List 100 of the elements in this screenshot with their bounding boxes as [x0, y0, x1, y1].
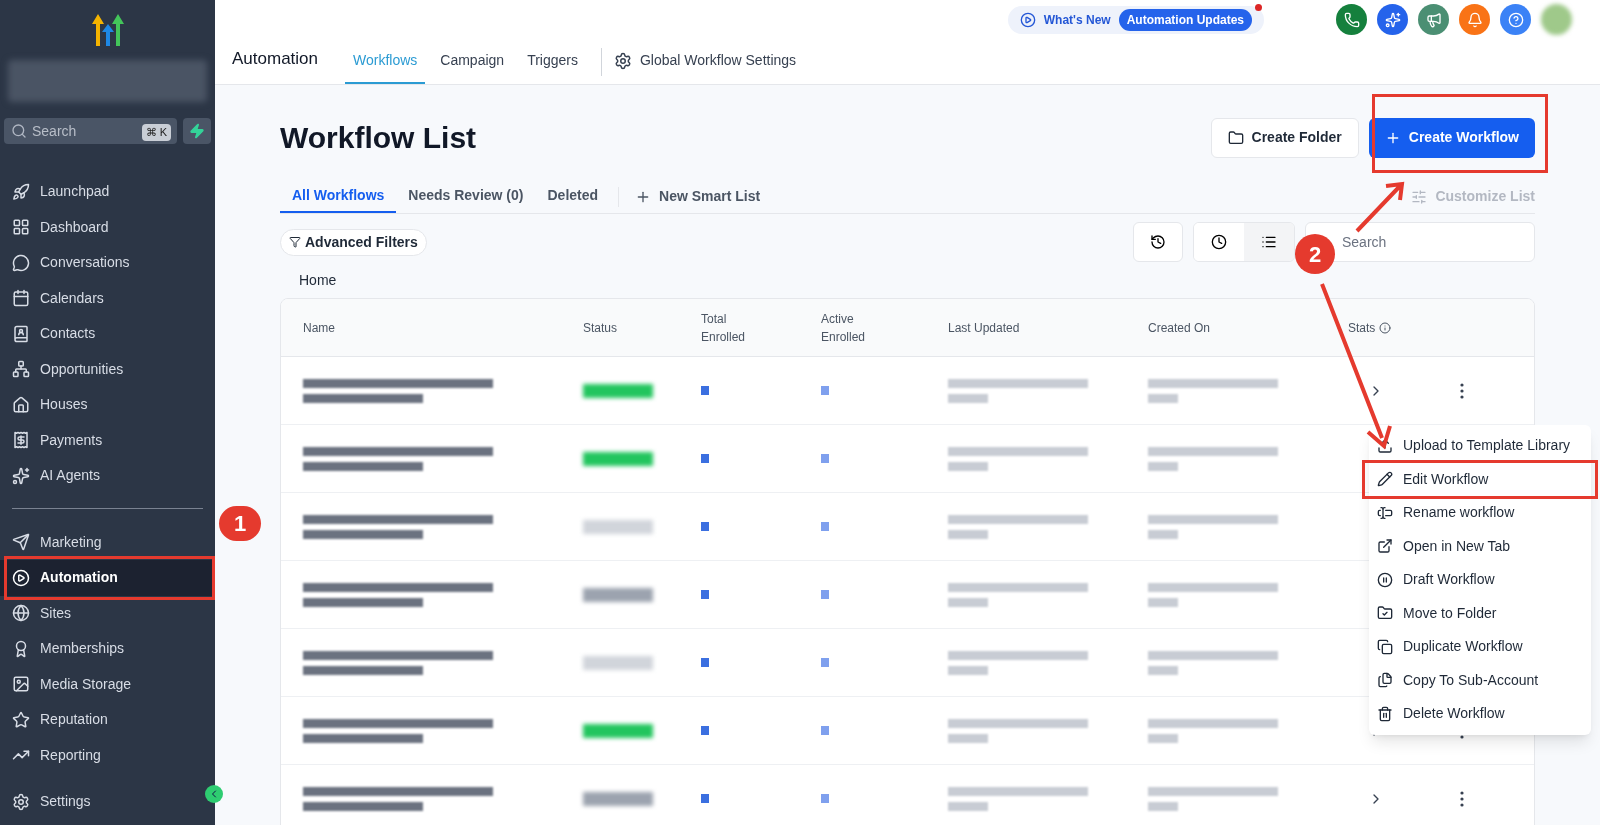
- list-view-button[interactable]: [1244, 223, 1294, 261]
- whats-new-pill[interactable]: What's New Automation Updates: [1007, 5, 1264, 34]
- column-header: Total Enrolled: [701, 310, 747, 346]
- redacted-value: [701, 794, 709, 803]
- redacted-text: [948, 665, 988, 675]
- menu-item[interactable]: Copy To Sub-Account: [1369, 663, 1591, 697]
- nav-item[interactable]: Settings: [0, 784, 103, 819]
- play-icon: [12, 568, 30, 587]
- column-header: Active Enrolled: [821, 310, 867, 346]
- menu-item[interactable]: Upload to Template Library: [1369, 429, 1591, 463]
- breadcrumb: Home: [299, 271, 338, 290]
- megaphone-button[interactable]: [1418, 4, 1449, 36]
- gear-icon: [613, 51, 632, 70]
- image-icon: [12, 675, 30, 694]
- sparkles-button[interactable]: [1377, 4, 1408, 36]
- redacted-text: [1148, 393, 1178, 403]
- nav-item[interactable]: Dashboard: [0, 209, 215, 245]
- external-link-icon: [1377, 538, 1393, 555]
- list-tab[interactable]: All Workflows: [280, 180, 397, 213]
- menu-item[interactable]: Draft Workflow: [1369, 563, 1591, 597]
- grid-icon: [12, 218, 30, 237]
- history-icon: [1150, 234, 1166, 250]
- header-tab[interactable]: Triggers: [519, 50, 586, 84]
- more-button[interactable]: [1460, 790, 1464, 807]
- bell-button[interactable]: [1459, 4, 1490, 36]
- menu-item[interactable]: Open in New Tab: [1369, 529, 1591, 563]
- create-folder-button[interactable]: Create Folder: [1210, 117, 1359, 158]
- menu-item[interactable]: Edit Workflow: [1365, 462, 1595, 496]
- header-tab[interactable]: Campaign: [432, 50, 513, 84]
- redacted-text: [1148, 461, 1178, 471]
- redacted-text: [948, 393, 988, 403]
- folder-icon: [1377, 605, 1393, 622]
- more-button[interactable]: [1460, 382, 1464, 399]
- nav-item[interactable]: Reporting: [0, 737, 215, 773]
- global-settings-link[interactable]: Global Workflow Settings: [613, 50, 797, 84]
- play-icon: [1019, 11, 1036, 28]
- redacted-text: [948, 461, 988, 471]
- pencil-icon: [1377, 471, 1393, 488]
- nav-item[interactable]: Conversations: [0, 245, 215, 281]
- redacted-value: [821, 590, 829, 599]
- sparkles-icon: [12, 466, 30, 485]
- nav-item[interactable]: Automation: [0, 560, 215, 596]
- nav-item[interactable]: AI Agents: [0, 458, 215, 494]
- redacted-value: [701, 726, 709, 735]
- folder-icon: [1227, 129, 1244, 146]
- redacted-text: [948, 801, 988, 811]
- info-icon: [1379, 321, 1392, 334]
- menu-item[interactable]: Duplicate Workflow: [1369, 630, 1591, 664]
- nav-item[interactable]: Reputation: [0, 702, 215, 738]
- menu-item[interactable]: Rename workflow: [1369, 496, 1591, 530]
- search-icon: [11, 123, 27, 139]
- menu-item[interactable]: Move to Folder: [1369, 596, 1591, 630]
- list-tab[interactable]: Deleted: [535, 180, 611, 213]
- menu-item[interactable]: Delete Workflow: [1369, 697, 1591, 731]
- clock-icon: [1211, 234, 1227, 250]
- redacted-value: [821, 386, 829, 395]
- updates-badge: Automation Updates: [1118, 8, 1252, 31]
- pause-icon: [1377, 571, 1393, 588]
- nav-item[interactable]: Opportunities: [0, 351, 215, 387]
- nav-item[interactable]: Memberships: [0, 631, 215, 667]
- phone-button[interactable]: [1336, 4, 1367, 36]
- history-button[interactable]: [1133, 222, 1183, 262]
- redacted-text: [1148, 529, 1178, 539]
- redacted-value: [701, 658, 709, 667]
- copy-icon: [1377, 638, 1393, 655]
- sparkles-icon: [1384, 11, 1401, 28]
- filter-icon: [289, 236, 301, 248]
- help-icon: [1507, 11, 1524, 28]
- nav-item[interactable]: Media Storage: [0, 666, 215, 702]
- house-icon: [12, 395, 30, 414]
- nav-item[interactable]: Calendars: [0, 280, 215, 316]
- megaphone-icon: [1425, 11, 1442, 28]
- collapse-button[interactable]: [205, 785, 223, 803]
- receipt-icon: [12, 431, 30, 450]
- text-cursor-icon: [1377, 504, 1393, 521]
- help-button[interactable]: [1500, 4, 1531, 36]
- list-tab[interactable]: Needs Review (0): [396, 180, 536, 213]
- redacted-value: [701, 590, 709, 599]
- new-smart-list-button[interactable]: New Smart List: [627, 186, 769, 207]
- nav-item[interactable]: Contacts: [0, 316, 215, 352]
- step-number: 1: [219, 506, 261, 541]
- redacted-value: [701, 386, 709, 395]
- page-title: Workflow List: [280, 120, 477, 156]
- nav-item[interactable]: Houses: [0, 387, 215, 423]
- redacted-value: [821, 794, 829, 803]
- quick-action-button[interactable]: [183, 118, 211, 144]
- create-workflow-button[interactable]: Create Workflow: [1368, 117, 1535, 158]
- nav-item[interactable]: Marketing: [0, 524, 215, 560]
- redacted-value: [821, 658, 829, 667]
- nav-item[interactable]: Payments: [0, 422, 215, 458]
- redacted-value: [701, 522, 709, 531]
- nav-item[interactable]: Launchpad: [0, 174, 215, 210]
- advanced-filters-button[interactable]: Advanced Filters: [280, 228, 427, 256]
- redacted-value: [821, 454, 829, 463]
- phone-icon: [1343, 11, 1360, 28]
- redacted-text: [1148, 665, 1178, 675]
- whats-new-label: What's New: [1043, 11, 1111, 29]
- nav-item[interactable]: Sites: [0, 595, 215, 631]
- files-icon: [1377, 672, 1393, 689]
- network-icon: [12, 360, 30, 379]
